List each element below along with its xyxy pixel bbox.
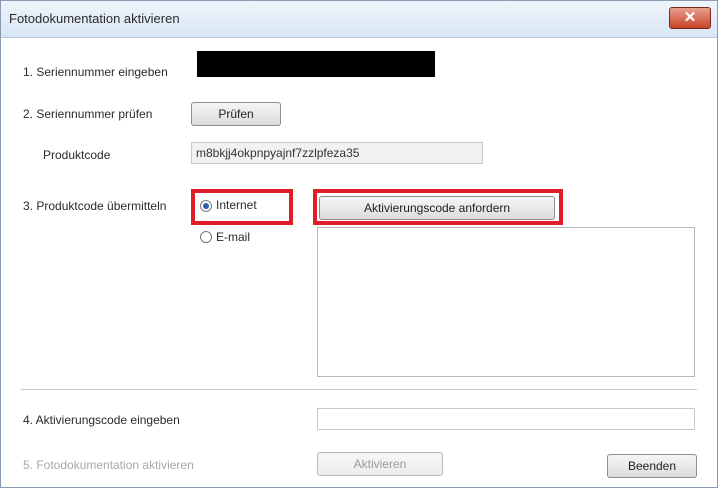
step4-label: 4. Aktivierungscode eingeben xyxy=(23,413,180,427)
section-divider xyxy=(21,389,697,390)
radio-internet[interactable] xyxy=(200,200,212,212)
step2-label: 2. Seriennummer prüfen xyxy=(23,107,153,121)
check-button[interactable]: Prüfen xyxy=(191,102,281,126)
step5-label: 5. Fotodokumentation aktivieren xyxy=(23,458,194,472)
product-code-label: Produktcode xyxy=(43,148,111,162)
step3-label: 3. Produktcode übermitteln xyxy=(23,199,167,213)
product-code-field: m8bkjj4okpnpyajnf7zzlpfeza35 xyxy=(191,142,483,164)
title-bar: Fotodokumentation aktivieren ✕ xyxy=(1,1,717,38)
request-activation-code-button[interactable]: Aktivierungscode anfordern xyxy=(319,196,555,220)
activation-code-input[interactable] xyxy=(317,408,695,430)
exit-button[interactable]: Beenden xyxy=(607,454,697,478)
radio-email-label[interactable]: E-mail xyxy=(216,230,250,244)
serial-number-input[interactable] xyxy=(197,51,435,77)
radio-internet-label[interactable]: Internet xyxy=(216,198,257,212)
activate-button[interactable]: Aktivieren xyxy=(317,452,443,476)
window-title: Fotodokumentation aktivieren xyxy=(9,11,180,26)
radio-email[interactable] xyxy=(200,231,212,243)
close-icon[interactable]: ✕ xyxy=(669,7,711,29)
response-textarea[interactable] xyxy=(317,227,695,377)
activation-dialog: Fotodokumentation aktivieren ✕ 1. Serien… xyxy=(0,0,718,488)
step1-label: 1. Seriennummer eingeben xyxy=(23,65,168,79)
